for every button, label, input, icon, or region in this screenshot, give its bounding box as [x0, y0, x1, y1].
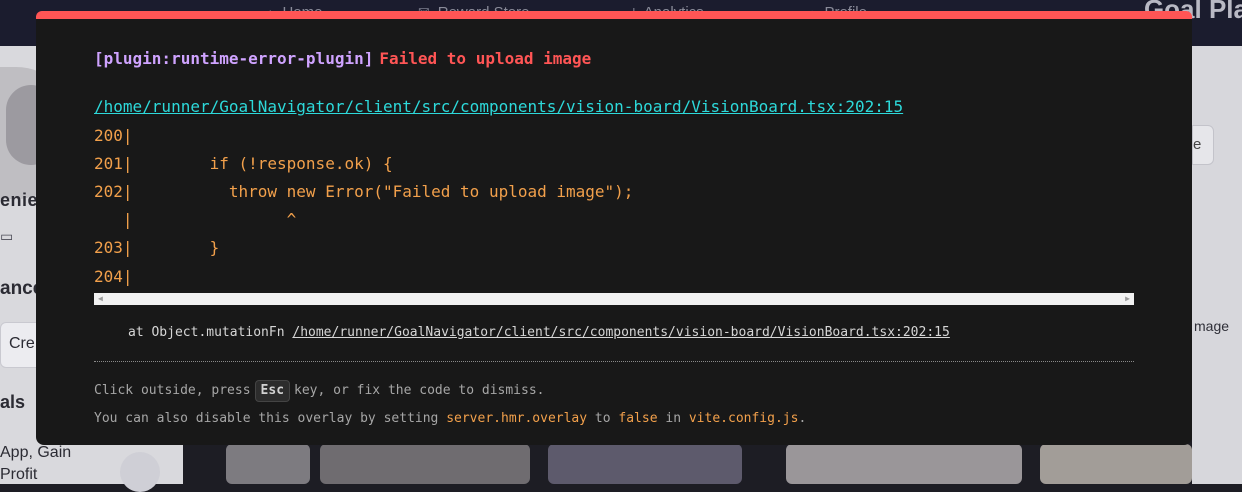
tip2-file: vite.config.js: [688, 411, 799, 426]
error-file-link[interactable]: /home/runner/GoalNavigator/client/src/co…: [94, 97, 903, 116]
tip2-setting: server.hmr.overlay: [446, 411, 588, 426]
code-line: | ^: [94, 210, 297, 229]
vision-image[interactable]: [786, 444, 1022, 484]
scroll-left-icon[interactable]: ◀: [98, 293, 103, 305]
divider: [94, 361, 1134, 362]
stack-prefix: at Object.mutationFn: [128, 325, 285, 340]
calendar-icon: ▭: [0, 228, 14, 244]
goal-item[interactable]: App, Gain Profit: [0, 442, 71, 486]
code-line: 202| throw new Error("Failed to upload i…: [94, 182, 634, 201]
code-line: 201| if (!response.ok) {: [94, 154, 393, 173]
tip2-in: in: [665, 411, 682, 426]
code-line: 200|: [94, 126, 133, 145]
error-overlay[interactable]: [plugin:runtime-error-plugin] Failed to u…: [36, 11, 1192, 445]
goal-item-line1: App, Gain: [0, 444, 72, 461]
tip2-before: You can also disable this overlay by set…: [94, 411, 439, 426]
code-line: 204|: [94, 267, 133, 286]
esc-key: Esc: [254, 380, 291, 402]
right-panel: [1192, 46, 1242, 484]
right-panel-label: mage: [1194, 318, 1230, 334]
vision-image[interactable]: [548, 444, 742, 484]
code-line: 203| }: [94, 238, 220, 257]
right-panel-button[interactable]: e: [1192, 125, 1214, 165]
tip2-value: false: [618, 411, 658, 426]
vision-image[interactable]: [1040, 444, 1192, 484]
scroll-right-icon[interactable]: ▶: [1125, 293, 1130, 305]
error-title: [plugin:runtime-error-plugin] Failed to u…: [94, 49, 591, 68]
vision-image[interactable]: [320, 444, 530, 484]
stack-trace: at Object.mutationFn /home/runner/GoalNa…: [128, 325, 950, 340]
error-message: Failed to upload image: [379, 49, 592, 68]
code-frame: 200| 201| if (!response.ok) { 202| throw…: [94, 122, 1134, 294]
goals-heading: als: [0, 392, 26, 412]
vision-image[interactable]: [226, 444, 310, 484]
disable-tip: You can also disable this overlay by set…: [94, 411, 806, 426]
tip1-before: Click outside, press: [94, 383, 251, 398]
tip2-mid: to: [594, 411, 611, 426]
horizontal-scrollbar[interactable]: ◀ ▶: [94, 293, 1134, 305]
error-plugin: [plugin:runtime-error-plugin]: [94, 49, 374, 68]
goal-item-line2: Profit: [0, 466, 38, 483]
dismiss-tip: Click outside, press Esc key, or fix the c…: [94, 380, 544, 402]
goal-toggle[interactable]: [120, 452, 160, 492]
tip1-after: key, or fix the code to dismiss.: [294, 383, 545, 398]
stack-file-link[interactable]: /home/runner/GoalNavigator/client/src/co…: [292, 325, 949, 340]
tip2-end: .: [798, 411, 807, 426]
